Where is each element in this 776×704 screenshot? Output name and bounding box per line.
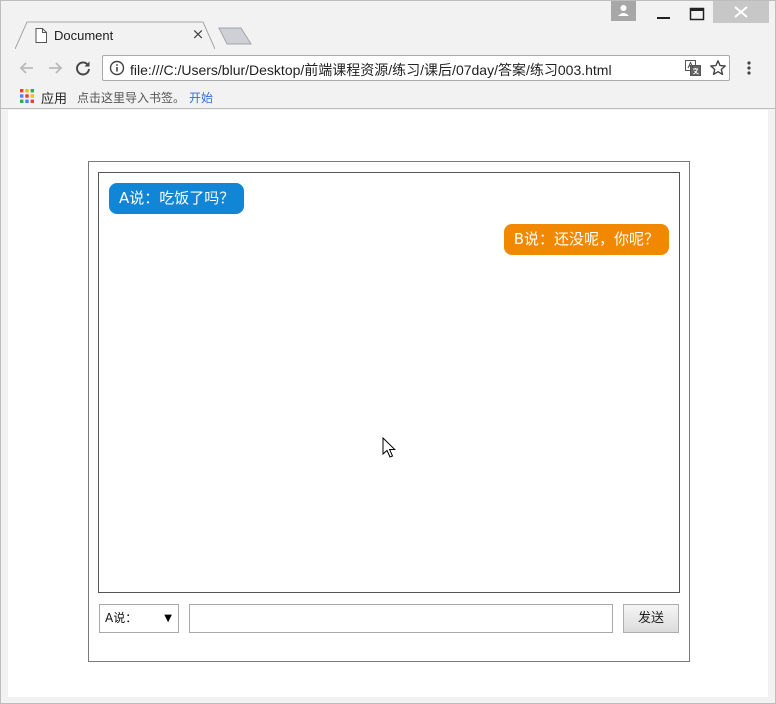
forward-icon bbox=[49, 62, 63, 74]
message-input[interactable] bbox=[189, 604, 613, 633]
tab-strip: Document × bbox=[1, 1, 775, 49]
profile-icon bbox=[618, 5, 629, 16]
dropdown-arrow-icon: ▼ bbox=[164, 613, 172, 624]
document-icon bbox=[35, 28, 47, 43]
tab-title: Document bbox=[54, 28, 114, 43]
close-window-button[interactable] bbox=[713, 1, 769, 23]
minimize-icon bbox=[657, 17, 670, 19]
message-area: A说：吃饭了吗？ B说：还没呢，你呢？ bbox=[98, 172, 680, 593]
minimize-button[interactable] bbox=[649, 1, 677, 25]
address-url: file:///C:/Users/blur/Desktop/前端课程资源/练习/… bbox=[130, 62, 612, 78]
menu-button[interactable] bbox=[741, 58, 757, 78]
bookmarks-bar: 应用 点击这里导入书签。 开始 bbox=[1, 85, 775, 109]
maximize-button[interactable] bbox=[683, 1, 711, 25]
address-bar[interactable]: file:///C:/Users/blur/Desktop/前端课程资源/练习/… bbox=[102, 55, 730, 81]
start-link[interactable]: 开始 bbox=[189, 89, 213, 106]
reload-button[interactable] bbox=[73, 58, 93, 78]
translate-icon[interactable] bbox=[685, 60, 701, 76]
apps-grid-icon[interactable] bbox=[20, 88, 34, 103]
chat-container: A说：吃饭了吗？ B说：还没呢，你呢？ A说： ▼ 发送 bbox=[88, 161, 690, 662]
back-button[interactable] bbox=[17, 58, 37, 78]
maximize-icon bbox=[689, 7, 705, 21]
profile-button[interactable] bbox=[611, 1, 636, 21]
new-tab-button[interactable] bbox=[217, 27, 253, 45]
close-icon bbox=[734, 6, 748, 18]
info-icon[interactable] bbox=[109, 60, 125, 76]
message-b: B说：还没呢，你呢？ bbox=[503, 224, 669, 255]
browser-toolbar: file:///C:/Users/blur/Desktop/前端课程资源/练习/… bbox=[1, 49, 775, 85]
speaker-select-value: A说： bbox=[105, 611, 138, 625]
import-bookmarks-text: 点击这里导入书签。 bbox=[77, 91, 186, 105]
chat-controls: A说： ▼ 发送 bbox=[98, 603, 680, 633]
mouse-cursor-icon bbox=[382, 436, 397, 459]
back-icon bbox=[19, 62, 33, 74]
apps-label[interactable]: 应用 bbox=[41, 88, 67, 107]
speaker-select[interactable]: A说： ▼ bbox=[99, 604, 179, 633]
page-viewport: A说：吃饭了吗？ B说：还没呢，你呢？ A说： ▼ 发送 bbox=[8, 110, 768, 697]
forward-button[interactable] bbox=[45, 58, 65, 78]
browser-window: Document × file:///C:/Users/blur/Desktop… bbox=[0, 0, 776, 704]
star-icon[interactable] bbox=[709, 59, 727, 77]
send-button[interactable]: 发送 bbox=[623, 604, 679, 633]
tab-close-button[interactable]: × bbox=[191, 27, 205, 42]
message-a: A说：吃饭了吗？ bbox=[109, 183, 245, 214]
tab-document[interactable]: Document × bbox=[15, 21, 215, 49]
menu-icon bbox=[747, 61, 751, 75]
reload-icon bbox=[76, 61, 90, 76]
